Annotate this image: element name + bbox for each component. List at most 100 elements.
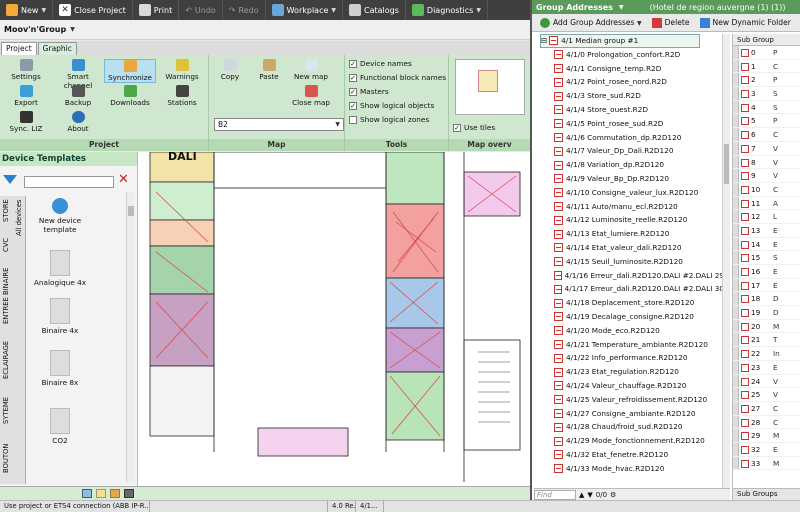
- group-address-item[interactable]: 4/1/17 Erreur_dali.R2D120.DALI #2.DALI 3…: [534, 282, 724, 296]
- map-overview-thumbnail[interactable]: [455, 59, 525, 115]
- synchronize-button[interactable]: Synchronize: [104, 59, 156, 83]
- subgroup-row[interactable]: 21 T: [733, 333, 800, 348]
- subgroup-row[interactable]: 13 E: [733, 223, 800, 238]
- tab-graphic[interactable]: Graphic: [37, 42, 77, 55]
- row-selector[interactable]: [733, 251, 739, 264]
- template-analogique-4x[interactable]: Analogique 4x: [28, 250, 92, 287]
- row-selector[interactable]: [733, 169, 739, 182]
- subgroup-row[interactable]: 7V: [733, 141, 800, 156]
- sync-liz-button[interactable]: Sync. LIZ: [0, 111, 52, 133]
- group-address-item[interactable]: 4/1/32 Etat_fenetre.R2D120: [534, 448, 724, 462]
- subgroup-row[interactable]: 6C: [733, 128, 800, 142]
- row-selector[interactable]: [733, 223, 739, 237]
- group-address-item[interactable]: 4/1/5 Point_rosee_sud.R2D: [534, 117, 724, 131]
- template-new-device[interactable]: New device template: [28, 198, 92, 234]
- group-address-item[interactable]: 4/1/10 Consigne_valeur_lux.R2D120: [534, 186, 724, 200]
- scrollbar-thumb[interactable]: [724, 144, 729, 184]
- row-selector[interactable]: [733, 306, 739, 319]
- page-layout-icon[interactable]: [96, 489, 106, 498]
- row-selector[interactable]: [733, 100, 739, 114]
- row-selector[interactable]: [733, 360, 739, 374]
- tab-syteme[interactable]: SYTEME: [0, 388, 13, 432]
- tab-cvc[interactable]: CVC: [0, 232, 13, 258]
- expand-icon[interactable]: ⊟: [541, 34, 547, 48]
- redo-button[interactable]: ↷ Redo: [223, 0, 266, 20]
- tab-eclairage[interactable]: ECLAIRAGE: [0, 334, 13, 386]
- subgroup-row[interactable]: 12 L: [733, 210, 800, 224]
- row-selector[interactable]: [733, 73, 739, 87]
- group-address-item[interactable]: 4/1/11 Auto/manu_ecl.R2D120: [534, 200, 724, 214]
- subgroup-row[interactable]: 14 E: [733, 237, 800, 252]
- template-binaire-8x[interactable]: Binaire 8x: [28, 350, 92, 387]
- group-address-item[interactable]: 4/1/24 Valeur_chauffage.R2D120: [534, 379, 724, 393]
- row-selector[interactable]: [733, 415, 739, 429]
- subgroup-row[interactable]: 9V: [733, 169, 800, 183]
- device-names-checkbox[interactable]: ✓ Device names: [349, 59, 412, 68]
- group-address-item[interactable]: 4/1/7 Valeur_Dp_Dali.R2D120: [534, 144, 724, 158]
- template-co2[interactable]: CO2: [28, 408, 92, 445]
- settings-button[interactable]: Settings: [0, 59, 52, 81]
- row-selector[interactable]: [733, 196, 739, 210]
- delete-button[interactable]: Delete: [651, 17, 690, 28]
- row-selector[interactable]: [733, 87, 739, 100]
- diagnostics-button[interactable]: Diagnostics ▼: [406, 0, 488, 20]
- tab-sub-groups[interactable]: Sub Groups: [733, 488, 800, 500]
- tree-scrollbar[interactable]: [722, 34, 730, 488]
- group-address-item[interactable]: 4/1/9 Valeur_Bp_Dp.R2D120: [534, 172, 724, 186]
- group-address-item[interactable]: 4/1/33 Mode_hvac.R2D120: [534, 462, 724, 476]
- row-selector[interactable]: [733, 141, 739, 155]
- subgroup-row[interactable]: 29 M: [733, 429, 800, 443]
- subgroup-row[interactable]: 15 S: [733, 251, 800, 265]
- subgroup-row[interactable]: 8V: [733, 155, 800, 170]
- new-dynamic-folder-button[interactable]: New Dynamic Folder: [699, 17, 791, 28]
- stations-button[interactable]: Stations: [156, 85, 208, 107]
- tab-bouton[interactable]: BOUTON: [0, 436, 13, 480]
- row-selector[interactable]: [733, 292, 739, 306]
- row-selector[interactable]: [733, 59, 739, 73]
- row-selector[interactable]: [733, 114, 739, 128]
- add-group-addresses-button[interactable]: Add Group Addresses ▼: [540, 17, 642, 28]
- group-address-item[interactable]: 4/1/29 Mode_fonctionnement.R2D120: [534, 434, 724, 448]
- row-selector[interactable]: [733, 278, 739, 292]
- filter-icon[interactable]: [3, 175, 17, 184]
- undo-button[interactable]: ↶ Undo: [179, 0, 223, 20]
- row-selector[interactable]: [733, 210, 739, 223]
- subgroup-row[interactable]: 28 C: [733, 415, 800, 430]
- new-map-button[interactable]: New map: [285, 59, 337, 81]
- subgroup-row[interactable]: 11 A: [733, 196, 800, 211]
- subgroup-row[interactable]: 5P: [733, 114, 800, 129]
- group-address-item[interactable]: 4/1/28 Chaud/froid_sud.R2D120: [534, 420, 724, 434]
- group-address-item[interactable]: 4/1/15 Seuil_luminosite.R2D120: [534, 255, 724, 269]
- row-selector[interactable]: [733, 333, 739, 347]
- use-tiles-checkbox[interactable]: ✓ Use tiles: [453, 123, 495, 132]
- masters-checkbox[interactable]: ✓ Masters: [349, 87, 389, 96]
- row-selector[interactable]: [733, 265, 739, 278]
- row-selector[interactable]: [733, 155, 739, 169]
- chevron-down-icon[interactable]: ▼: [619, 4, 624, 11]
- find-up-icon[interactable]: ▲: [579, 491, 584, 499]
- template-binaire-4x[interactable]: Binaire 4x: [28, 298, 92, 335]
- subgroup-row[interactable]: 17 E: [733, 278, 800, 293]
- group-address-item[interactable]: 4/1/27 Consigne_ambiante.R2D120: [534, 407, 724, 421]
- close-project-button[interactable]: ✕ Close Project: [53, 0, 133, 20]
- find-input[interactable]: Find: [534, 489, 576, 500]
- show-logical-objects-checkbox[interactable]: ✓ Show logical objects: [349, 101, 434, 110]
- row-selector[interactable]: [733, 319, 739, 333]
- gear-icon[interactable]: ⚙: [610, 491, 616, 499]
- subgroup-row[interactable]: 4S: [733, 100, 800, 115]
- chevron-down-icon[interactable]: ▼: [70, 26, 75, 33]
- group-address-item[interactable]: 4/1/12 Luminosite_reelle.R2D120: [534, 213, 724, 227]
- catalogs-button[interactable]: Catalogs: [343, 0, 406, 20]
- close-map-button[interactable]: Close map: [285, 85, 337, 107]
- fit-view-icon[interactable]: [124, 489, 134, 498]
- group-address-item[interactable]: 4/1/20 Mode_eco.R2D120: [534, 324, 724, 338]
- grid-view-icon[interactable]: [110, 489, 120, 498]
- subgroup-row[interactable]: 20 M: [733, 319, 800, 334]
- workplace-button[interactable]: Workplace ▼: [266, 0, 344, 20]
- tab-all-devices[interactable]: All devices: [13, 196, 26, 240]
- tab-store[interactable]: STORE: [0, 196, 13, 226]
- show-logical-zones-checkbox[interactable]: Show logical zones: [349, 115, 429, 124]
- group-address-item[interactable]: 4/1/21 Temperature_ambiante.R2D120: [534, 338, 724, 352]
- row-selector[interactable]: [733, 237, 739, 251]
- row-selector[interactable]: [733, 442, 739, 456]
